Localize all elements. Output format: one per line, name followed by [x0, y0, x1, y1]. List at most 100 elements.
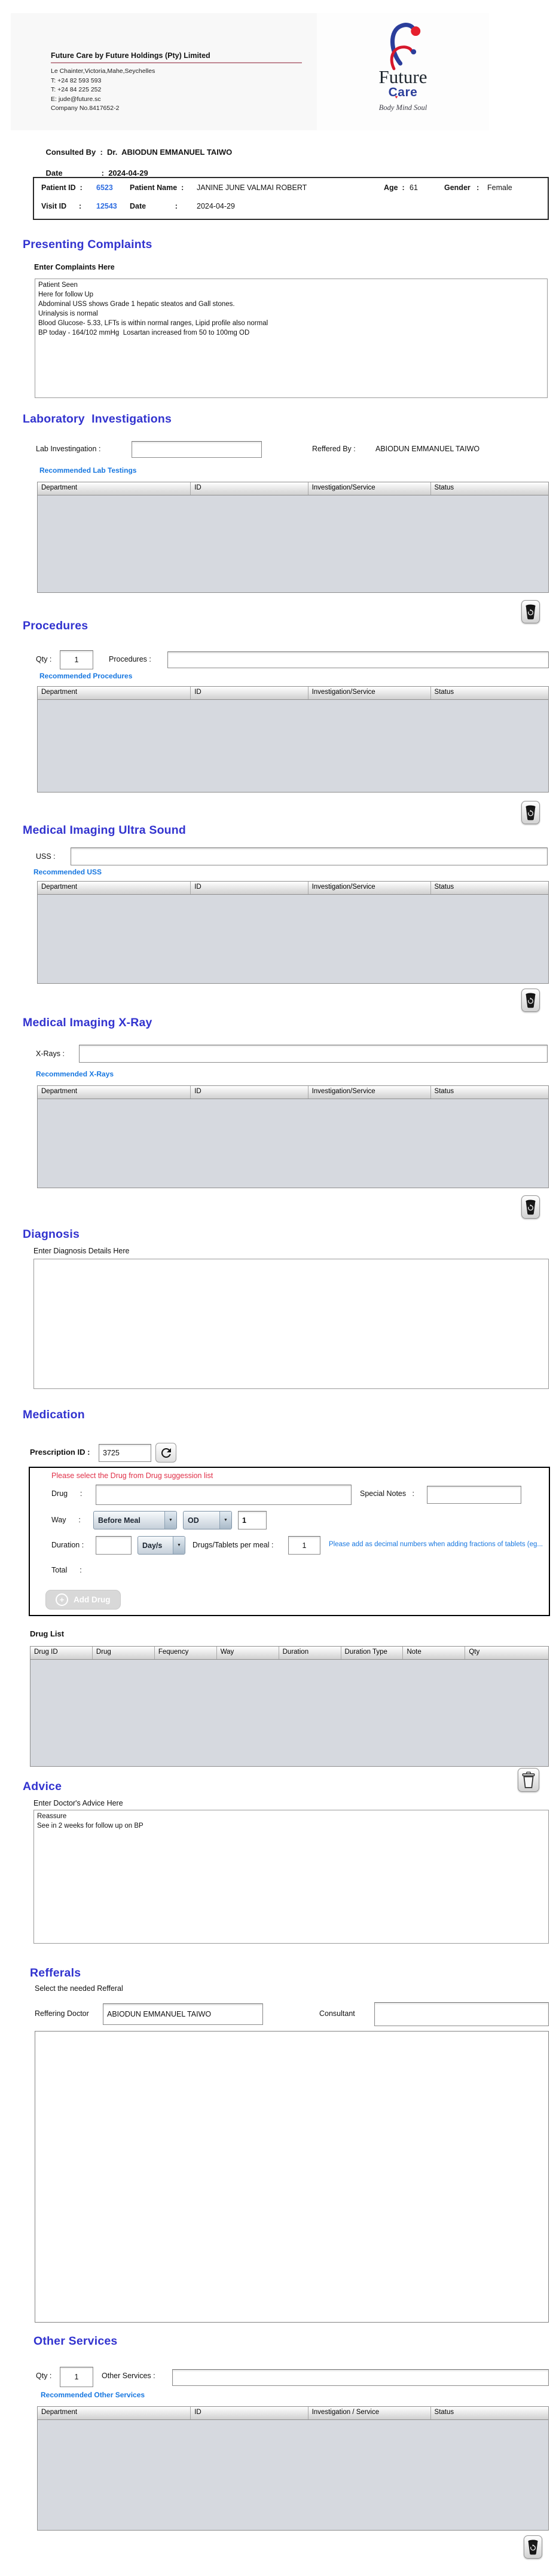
column-header-qty[interactable]: Qty: [465, 1647, 548, 1659]
letterhead: Future Care by Future Holdings (Pty) Lim…: [11, 13, 489, 130]
column-header-drug-id[interactable]: Drug ID: [30, 1647, 93, 1659]
lab-investigation-input[interactable]: [132, 441, 262, 458]
refresh-prescription-id-button[interactable]: [155, 1443, 176, 1463]
column-header-duration[interactable]: Duration: [279, 1647, 341, 1659]
other-services-input[interactable]: [172, 2369, 549, 2386]
frequency-qty-input[interactable]: [238, 1511, 267, 1529]
recommended-xrays-link[interactable]: Recommended X-Rays: [36, 1070, 114, 1078]
column-header-department[interactable]: Department: [38, 2407, 191, 2419]
recommended-lab-testings-link[interactable]: Recommended Lab Testings: [39, 466, 136, 475]
visit-id-value: 12543: [96, 202, 117, 210]
company-email: E: jude@future.sc: [51, 95, 101, 103]
trash-icon: [526, 805, 536, 820]
drug-suggestion-note: Please select the Drug from Drug suggess…: [51, 1471, 213, 1480]
xray-input[interactable]: [79, 1045, 548, 1063]
recommended-procedures-link[interactable]: Recommended Procedures: [39, 672, 132, 680]
fraction-hint: Please add as decimal numbers when addin…: [329, 1541, 543, 1548]
age-value: 61: [410, 183, 418, 192]
special-notes-label: Special Notes :: [360, 1489, 415, 1498]
procedures-input[interactable]: [167, 651, 549, 668]
trash-icon: [528, 2540, 538, 2554]
referral-instruction-label: Select the needed Refferal: [35, 1984, 123, 1993]
add-drug-button[interactable]: + Add Drug: [45, 1590, 121, 1610]
column-header-investigation[interactable]: Investigation/Service: [308, 482, 431, 495]
per-meal-label: Drugs/Tablets per meal :: [193, 1541, 274, 1549]
uss-label: USS :: [36, 852, 56, 861]
column-header-investigation[interactable]: Investigation/Service: [308, 1086, 431, 1099]
column-header-investigation[interactable]: Investigation/Service: [308, 687, 431, 699]
column-header-frequency[interactable]: Fequency: [155, 1647, 217, 1659]
section-title-xray: Medical Imaging X-Ray: [23, 1016, 152, 1029]
procedures-qty-input[interactable]: [60, 650, 93, 669]
drug-list-table: Drug ID Drug Fequency Way Duration Durat…: [30, 1646, 549, 1767]
column-header-investigation[interactable]: Investigation/Service: [308, 882, 431, 894]
other-qty-label: Qty :: [36, 2372, 52, 2380]
clear-procedures-list-button[interactable]: [521, 801, 540, 824]
complaints-label: Enter Complaints Here: [34, 263, 115, 271]
xray-label: X-Rays :: [36, 1050, 65, 1058]
complaints-textarea[interactable]: Patient Seen Here for follow Up Abdomina…: [35, 279, 548, 398]
column-header-id[interactable]: ID: [191, 882, 308, 894]
delete-drug-button[interactable]: [518, 1768, 539, 1792]
plus-circle-icon: +: [56, 1593, 68, 1606]
other-services-table: Department ID Investigation / Service St…: [37, 2406, 549, 2531]
company-phone-2: T: +24 84 225 252: [51, 86, 102, 93]
column-header-status[interactable]: Status: [431, 482, 548, 495]
duration-input[interactable]: [96, 1536, 132, 1555]
recommended-uss-link[interactable]: Recommended USS: [33, 868, 102, 876]
xray-table: Department ID Investigation/Service Stat…: [37, 1085, 549, 1188]
column-header-note[interactable]: Note: [403, 1647, 466, 1659]
uss-table: Department ID Investigation/Service Stat…: [37, 881, 549, 984]
clear-uss-list-button[interactable]: [521, 989, 540, 1012]
section-title-advice: Advice: [23, 1780, 62, 1793]
duration-unit-select[interactable]: Day/s ▼: [138, 1536, 185, 1555]
section-title-ultrasound: Medical Imaging Ultra Sound: [23, 824, 187, 837]
column-header-status[interactable]: Status: [431, 2407, 548, 2419]
table-header-row: Department ID Investigation/Service Stat…: [38, 1086, 548, 1099]
column-header-department[interactable]: Department: [38, 482, 191, 495]
column-header-department[interactable]: Department: [38, 687, 191, 699]
column-header-duration-type[interactable]: Duration Type: [341, 1647, 404, 1659]
column-header-id[interactable]: ID: [191, 687, 308, 699]
divider: [51, 62, 302, 63]
patient-name-label: Patient Name :: [130, 183, 184, 192]
uss-input[interactable]: [71, 848, 548, 865]
column-header-department[interactable]: Department: [38, 1086, 191, 1099]
trash-outline-icon: [522, 1772, 535, 1788]
clear-lab-list-button[interactable]: [521, 600, 540, 623]
per-meal-input[interactable]: [288, 1536, 320, 1555]
company-info-block: Future Care by Future Holdings (Pty) Lim…: [51, 51, 308, 114]
column-header-drug[interactable]: Drug: [93, 1647, 155, 1659]
chevron-down-icon: ▼: [164, 1512, 176, 1529]
referring-doctor-label: Reffering Doctor: [35, 2009, 89, 2018]
table-header-row: Drug ID Drug Fequency Way Duration Durat…: [30, 1647, 548, 1660]
diagnosis-textarea[interactable]: [33, 1259, 549, 1389]
column-header-status[interactable]: Status: [431, 687, 548, 699]
column-header-id[interactable]: ID: [191, 1086, 308, 1099]
prescription-id-input[interactable]: [99, 1444, 151, 1462]
drug-input[interactable]: [96, 1485, 352, 1505]
table-header-row: Department ID Investigation/Service Stat…: [38, 882, 548, 895]
column-header-way[interactable]: Way: [217, 1647, 279, 1659]
total-label: Total :: [51, 1566, 82, 1574]
clear-other-services-button[interactable]: [524, 2535, 542, 2559]
column-header-department[interactable]: Department: [38, 882, 191, 894]
special-notes-input[interactable]: [427, 1486, 521, 1504]
recommended-other-services-link[interactable]: Recommended Other Services: [41, 2391, 145, 2399]
clear-xray-list-button[interactable]: [521, 1195, 540, 1219]
column-header-status[interactable]: Status: [431, 882, 548, 894]
frequency-select[interactable]: OD ▼: [183, 1511, 232, 1529]
section-title-diagnosis: Diagnosis: [23, 1228, 80, 1241]
consultant-input[interactable]: [374, 2002, 549, 2026]
advice-textarea[interactable]: Reassure See in 2 weeks for follow up on…: [33, 1810, 549, 1944]
column-header-id[interactable]: ID: [191, 482, 308, 495]
referring-doctor-input[interactable]: [103, 2003, 263, 2025]
meal-timing-select[interactable]: Before Meal ▼: [93, 1511, 177, 1529]
column-header-id[interactable]: ID: [191, 2407, 308, 2419]
heart-icon: ♥: [395, 94, 398, 100]
section-title-medication: Medication: [23, 1408, 85, 1421]
drug-entry-panel: Please select the Drug from Drug suggess…: [29, 1467, 550, 1616]
other-qty-input[interactable]: [60, 2367, 93, 2387]
column-header-investigation[interactable]: Investigation / Service: [308, 2407, 431, 2419]
column-header-status[interactable]: Status: [431, 1086, 548, 1099]
